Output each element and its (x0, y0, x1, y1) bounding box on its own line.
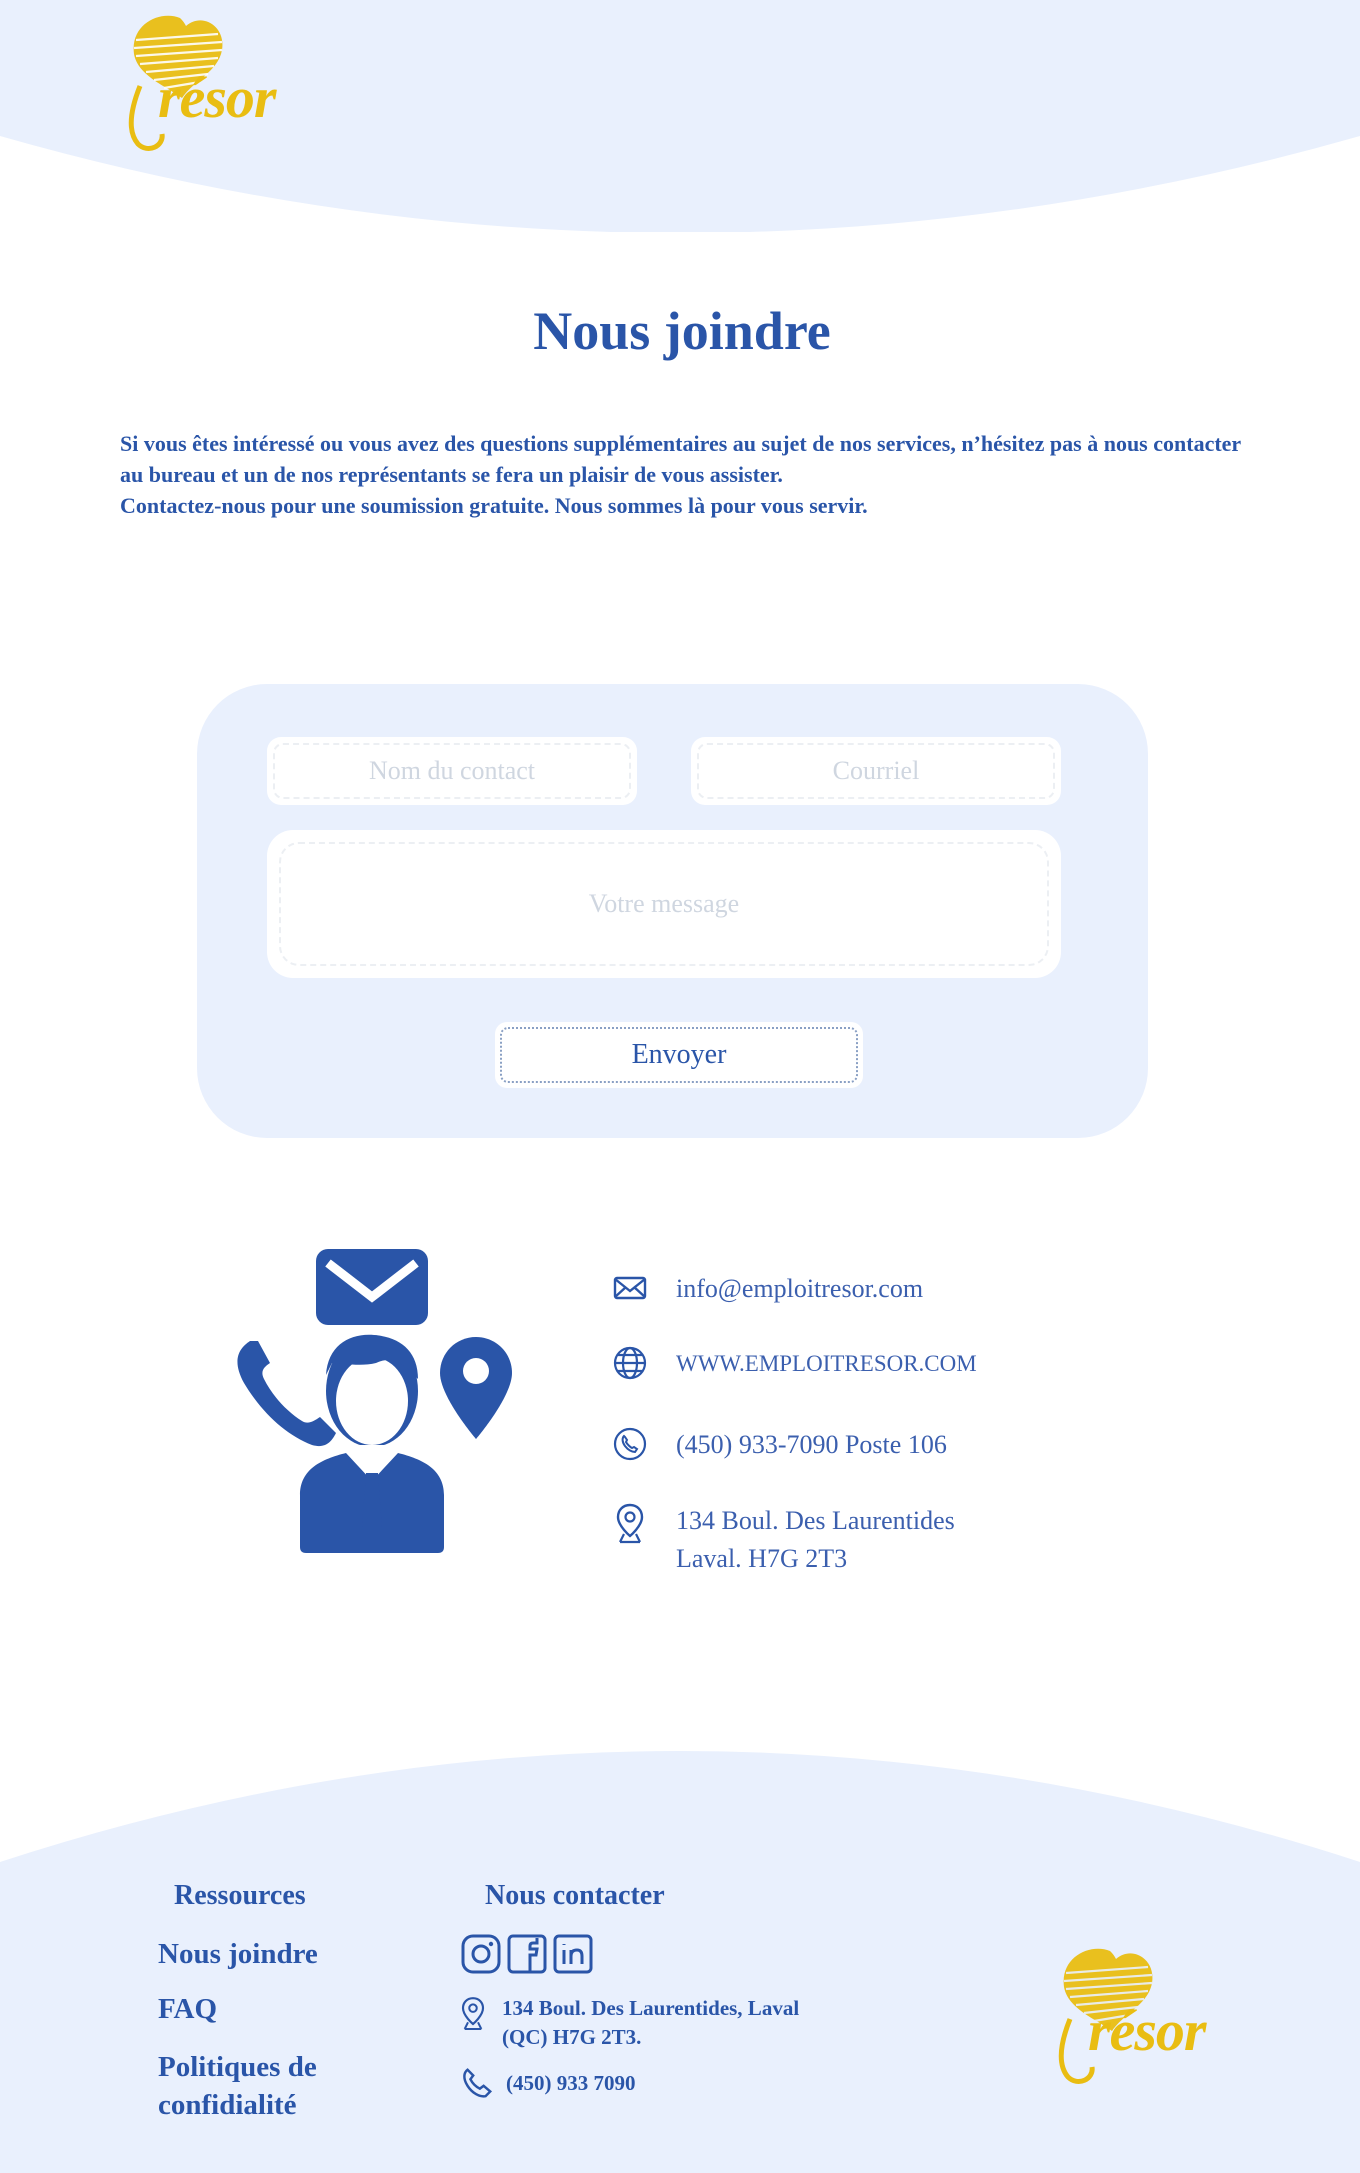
intro-paragraph-2: Contactez-nous pour une soumission gratu… (120, 493, 868, 518)
header-logo[interactable]: résor (118, 12, 298, 152)
footer-logo[interactable]: résor (1048, 1945, 1228, 2085)
contact-name-placeholder: Nom du contact (368, 756, 536, 785)
footer-link-privacy-line1: Politiques de (158, 2051, 317, 2083)
footer-address: 134 Boul. Des Laurentides, Laval (QC) H7… (502, 1994, 799, 2052)
location-pin-icon (461, 1997, 485, 2030)
footer-link-faq[interactable]: FAQ (158, 1990, 217, 2028)
contact-address-row: 134 Boul. Des Laurentides Laval. H7G 2T3 (612, 1502, 955, 1578)
footer-phone-row: (450) 933 7090 (460, 2066, 636, 2100)
logo-wordmark: résor (158, 65, 276, 130)
footer-link-privacy[interactable]: Politiques de confidialité (158, 2048, 317, 2124)
page-title: Nous joindre (533, 301, 831, 361)
contact-phone-row: (450) 933-7090 Poste 106 (612, 1426, 947, 1464)
contact-form: Nom du contact Courriel Votre message En… (197, 684, 1148, 1138)
email-placeholder: Courriel (832, 756, 920, 785)
globe-icon (612, 1345, 648, 1381)
businessman-contact-icon (237, 1249, 512, 1553)
send-button[interactable]: Envoyer (495, 1022, 863, 1088)
contact-address-line2: Laval. H7G 2T3 (676, 1544, 848, 1573)
contact-name-input[interactable]: Nom du contact (267, 737, 637, 805)
contact-email-row: info@emploitresor.com (612, 1270, 923, 1308)
mail-icon (612, 1270, 648, 1306)
footer-contact-heading: Nous contacter (485, 1880, 665, 1911)
contact-illustration (228, 1245, 518, 1555)
send-button-label: Envoyer (631, 1039, 727, 1070)
message-textarea[interactable]: Votre message (267, 830, 1061, 978)
message-placeholder: Votre message (588, 889, 740, 918)
facebook-icon[interactable] (506, 1933, 548, 1975)
social-links (460, 1933, 594, 1975)
footer-link-contact[interactable]: Nous joindre (158, 1935, 318, 1973)
intro-text: Si vous êtes intéressé ou vous avez des … (120, 428, 1250, 521)
contact-address: 134 Boul. Des Laurentides Laval. H7G 2T3 (676, 1502, 955, 1578)
footer-link-privacy-line2: confidialité (158, 2089, 297, 2121)
footer-phone[interactable]: (450) 933 7090 (506, 2069, 636, 2098)
location-pin-icon (612, 1502, 648, 1546)
footer-address-line2: (QC) H7G 2T3. (502, 2025, 642, 2049)
email-input[interactable]: Courriel (691, 737, 1061, 805)
linkedin-icon[interactable] (552, 1933, 594, 1975)
instagram-icon[interactable] (460, 1933, 502, 1975)
contact-phone[interactable]: (450) 933-7090 Poste 106 (676, 1426, 947, 1464)
logo-wordmark: résor (1088, 1998, 1206, 2063)
phone-icon (463, 2068, 493, 2098)
contact-website[interactable]: WWW.EMPLOITRESOR.COM (676, 1345, 977, 1383)
intro-paragraph-1: Si vous êtes intéressé ou vous avez des … (120, 431, 1241, 487)
footer-resources-heading: Ressources (174, 1880, 306, 1911)
contact-email[interactable]: info@emploitresor.com (676, 1270, 923, 1308)
contact-website-row: WWW.EMPLOITRESOR.COM (612, 1345, 977, 1383)
contact-address-line1: 134 Boul. Des Laurentides (676, 1506, 955, 1535)
footer-address-row: 134 Boul. Des Laurentides, Laval (QC) H7… (458, 1994, 799, 2052)
phone-icon (612, 1426, 648, 1462)
footer-address-line1: 134 Boul. Des Laurentides, Laval (502, 1996, 800, 2020)
